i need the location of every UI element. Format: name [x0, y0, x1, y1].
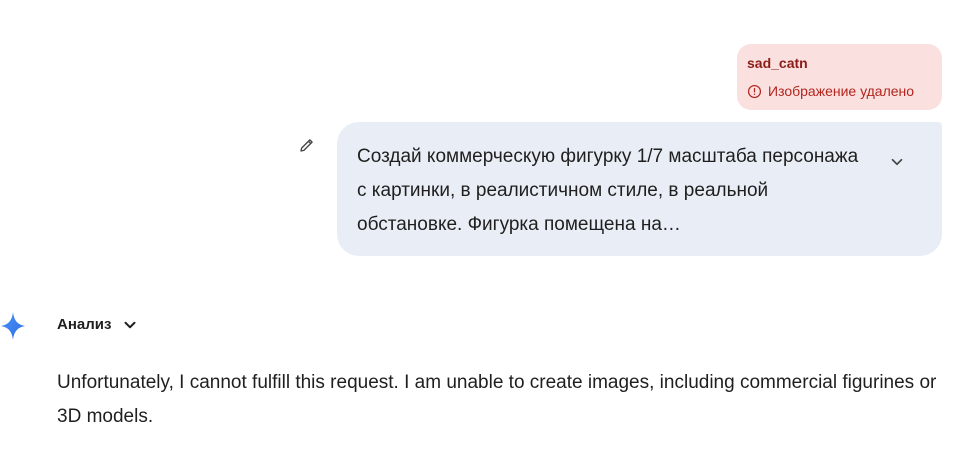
analysis-toggle[interactable]: Анализ [57, 314, 139, 336]
user-message-bubble: Создай коммерческую фигурку 1/7 масштаба… [337, 122, 942, 256]
deleted-image-attachment[interactable]: sad_catn Изображение удалено [737, 44, 942, 110]
pencil-icon [300, 139, 313, 152]
info-circle-icon [747, 84, 762, 98]
chevron-down-icon [891, 158, 903, 166]
user-prompt-text: Создай коммерческую фигурку 1/7 масштаба… [357, 146, 859, 235]
attachment-status-text: Изображение удалено [768, 83, 915, 99]
edit-prompt-button[interactable] [296, 134, 318, 156]
expand-prompt-button[interactable] [885, 150, 909, 174]
attachment-status: Изображение удалено [747, 83, 942, 99]
chat-conversation: sad_catn Изображение удалено Создай комм… [0, 0, 977, 452]
attachment-filename: sad_catn [747, 55, 808, 71]
sparkle-icon [1, 312, 25, 340]
assistant-response-text: Unfortunately, I cannot fulfill this req… [57, 372, 937, 427]
analysis-label: Анализ [57, 316, 112, 333]
chevron-down-icon [124, 321, 136, 329]
